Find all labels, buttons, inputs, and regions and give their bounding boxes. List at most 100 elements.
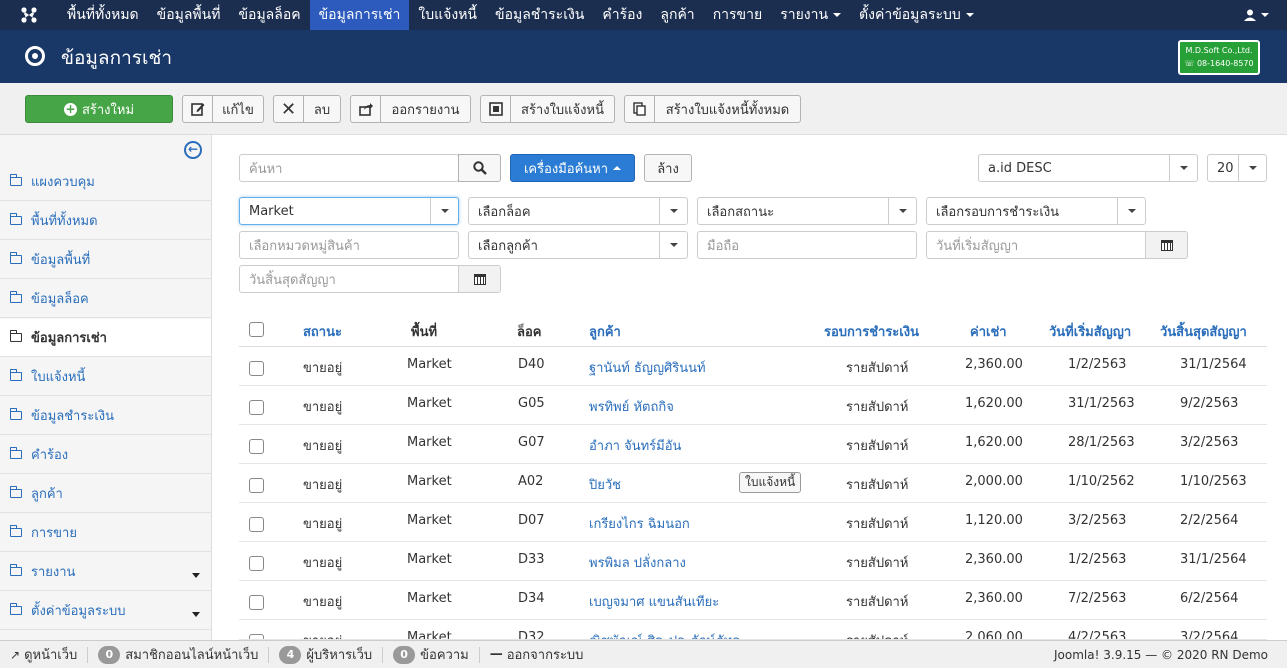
topnav-item[interactable]: ข้อมูลล็อค	[229, 0, 309, 30]
sidebar-item[interactable]: รายงาน	[0, 553, 211, 591]
view-site-link[interactable]: ↗ ดูหน้าเว็บ	[0, 646, 89, 663]
user-menu[interactable]	[1244, 0, 1269, 30]
joomla-logo-icon[interactable]	[0, 0, 58, 30]
cell-customer[interactable]: อำภา จันทร์มีอัน	[589, 435, 681, 456]
cell-area: Market	[407, 474, 452, 489]
sidebar-item[interactable]: ข้อมูลชำระเงิน	[0, 397, 211, 435]
row-checkbox[interactable]	[249, 556, 264, 571]
clear-button[interactable]: ล้าง	[644, 154, 692, 182]
row-checkbox[interactable]	[249, 400, 264, 415]
row-checkbox[interactable]	[249, 478, 264, 493]
table-row[interactable]: ขายอยู่ Market G07 อำภา จันทร์มีอัน รายสัปดา…	[239, 425, 1267, 464]
external-link-icon: ↗	[10, 647, 21, 662]
row-invoice-button[interactable]: ใบแจ้งหนี้	[739, 472, 802, 493]
topnav-item[interactable]: ลูกค้า	[651, 0, 703, 30]
row-checkbox[interactable]	[249, 595, 264, 610]
cell-area: Market	[407, 396, 452, 411]
online-users[interactable]: 0 สมาชิกออนไลน์หน้าเว็บ	[88, 645, 270, 664]
start-date-input[interactable]: วันที่เริ่มสัญญา	[926, 231, 1188, 259]
calendar-icon[interactable]	[1145, 232, 1187, 258]
table-row[interactable]: ขายอยู่ Market D40 ฐานันท์ ธัญญศิรินนท์ รายส…	[239, 347, 1267, 386]
sidebar-item[interactable]: ตั้งค่าข้อมูลระบบ	[0, 592, 211, 630]
topnav-item[interactable]: ข้อมูลการเช่า	[309, 0, 410, 30]
cell-rent: 2,360.00	[965, 591, 1023, 606]
topnav-item-label: ลูกค้า	[660, 7, 695, 23]
cell-customer[interactable]: ปิยวัช	[589, 474, 621, 495]
delete-button[interactable]: ✕ ลบ	[273, 95, 341, 123]
col-start-date[interactable]: วันที่เริ่มสัญญา	[1049, 321, 1131, 342]
cell-end-date: 2/2/2564	[1180, 513, 1239, 528]
search-input[interactable]: ค้นหา	[239, 154, 459, 182]
topnav-item[interactable]: คำร้อง	[593, 0, 651, 30]
topnav-item[interactable]: การขาย	[704, 0, 772, 30]
edit-button[interactable]: แก้ไข	[182, 95, 264, 123]
sidebar-item[interactable]: พื้นที่ทั้งหมด	[0, 202, 211, 240]
create-all-invoices-button[interactable]: สร้างใบแจ้งหนี้ทั้งหมด	[624, 95, 801, 123]
sidebar-item[interactable]: ลูกค้า	[0, 475, 211, 513]
table-row[interactable]: ขายอยู่ Market D07 เกรียงไกร ฉิมนอก รายสัปดา…	[239, 503, 1267, 542]
col-status[interactable]: สถานะ	[303, 321, 342, 342]
status-select[interactable]: เลือกสถานะ	[697, 197, 917, 225]
create-invoice-button[interactable]: สร้างใบแจ้งหนี้	[480, 95, 615, 123]
cell-payment-cycle: รายสัปดาห์	[846, 361, 909, 376]
collapse-sidebar-icon[interactable]: ←	[184, 141, 202, 159]
col-rent[interactable]: ค่าเช่า	[970, 321, 1007, 342]
cell-customer[interactable]: เกรียงไกร ฉิมนอก	[589, 513, 690, 534]
mobile-input[interactable]: มือถือ	[697, 231, 917, 259]
topnav-item-label: ข้อมูลการเช่า	[318, 7, 401, 23]
table-row[interactable]: ขายอยู่ Market G05 พรทิพย์ หัตถกิจ รายสัปดาห…	[239, 386, 1267, 425]
table-row[interactable]: ขายอยู่ Market D33 พรพิมล ปลั่งกลาง รายสัปดา…	[239, 542, 1267, 581]
payment-cycle-select[interactable]: เลือกรอบการชำระเงิน	[926, 197, 1146, 225]
table-row[interactable]: ขายอยู่ Market D34 เบญจมาศ แขนสันเทียะ รายสั…	[239, 581, 1267, 620]
sidebar-item[interactable]: ข้อมูลพื้นที่	[0, 241, 211, 279]
logout-link[interactable]: — ออกจากระบบ	[480, 647, 594, 663]
cell-lock: A02	[518, 474, 544, 489]
col-end-date[interactable]: วันสิ้นสุดสัญญา	[1160, 321, 1247, 342]
customer-select[interactable]: เลือกลูกค้า	[468, 231, 688, 259]
ordering-select[interactable]: a.id DESC	[978, 154, 1198, 182]
top-menu: พื้นที่ทั้งหมด ข้อมูลพื้นที่ ข้อมูลล็อค ข้อ…	[58, 0, 983, 30]
topnav-item[interactable]: พื้นที่ทั้งหมด	[58, 0, 148, 30]
row-checkbox[interactable]	[249, 439, 264, 454]
sidebar-item[interactable]: ข้อมูลล็อค	[0, 280, 211, 318]
cell-customer[interactable]: ณิชพัณณ์ ศิระประจักษ์ภัทร	[589, 630, 739, 639]
cell-status: ขายอยู่	[303, 630, 342, 639]
row-checkbox[interactable]	[249, 361, 264, 376]
topnav-item[interactable]: รายงาน	[771, 0, 850, 30]
cell-start-date: 1/2/2563	[1068, 552, 1127, 567]
topnav-item[interactable]: ข้อมูลพื้นที่	[148, 0, 230, 30]
cell-customer[interactable]: ฐานันท์ ธัญญศิรินนท์	[589, 357, 706, 378]
sidebar-item[interactable]: คำร้อง	[0, 436, 211, 474]
category-input[interactable]: เลือกหมวดหมู่สินค้า	[239, 231, 459, 259]
cell-customer[interactable]: พรทิพย์ หัตถกิจ	[589, 396, 674, 417]
col-payment-cycle[interactable]: รอบการชำระเงิน	[824, 321, 919, 342]
new-button[interactable]: + สร้างใหม่	[25, 95, 173, 123]
messages[interactable]: 0 ข้อความ	[383, 645, 480, 664]
search-tools-button[interactable]: เครื่องมือค้นหา	[510, 154, 635, 182]
search-button[interactable]	[458, 154, 501, 182]
plus-circle-icon: +	[63, 101, 77, 116]
sidebar-item[interactable]: การขาย	[0, 514, 211, 552]
cell-customer[interactable]: พรพิมล ปลั่งกลาง	[589, 552, 686, 573]
sidebar-item-label: ตั้งค่าข้อมูลระบบ	[31, 604, 126, 619]
cell-customer[interactable]: เบญจมาศ แขนสันเทียะ	[589, 591, 719, 612]
admin-users[interactable]: 4 ผู้บริหารเว็บ	[269, 645, 384, 664]
topnav-item[interactable]: ตั้งค่าข้อมูลระบบ	[850, 0, 983, 30]
lock-select[interactable]: เลือกล็อค	[468, 197, 688, 225]
limit-select[interactable]: 20	[1207, 154, 1267, 182]
col-customer[interactable]: ลูกค้า	[589, 321, 621, 342]
area-select[interactable]: Market	[239, 197, 459, 225]
sidebar-item[interactable]: ข้อมูลการเช่า	[0, 319, 211, 357]
sidebar-item[interactable]: ใบแจ้งหนี้	[0, 358, 211, 396]
calendar-icon[interactable]	[458, 266, 500, 292]
export-button[interactable]: ออกรายงาน	[350, 95, 471, 123]
table-row[interactable]: ขายอยู่ Market A02 ปิยวัช รายสัปดาห์ 2,000.00…	[239, 464, 1267, 503]
row-checkbox[interactable]	[249, 517, 264, 532]
topnav-item[interactable]: ข้อมูลชำระเงิน	[486, 0, 593, 30]
end-date-input[interactable]: วันสิ้นสุดสัญญา	[239, 265, 501, 293]
sidebar-item[interactable]: แผงควบคุม	[0, 163, 211, 201]
delete-button-label: ลบ	[313, 102, 331, 118]
select-all-checkbox[interactable]	[249, 322, 264, 337]
topnav-item[interactable]: ใบแจ้งหนี้	[409, 0, 486, 30]
table-row[interactable]: ขายอยู่ Market D32 ณิชพัณณ์ ศิระประจักษ์ภัท…	[239, 620, 1267, 640]
